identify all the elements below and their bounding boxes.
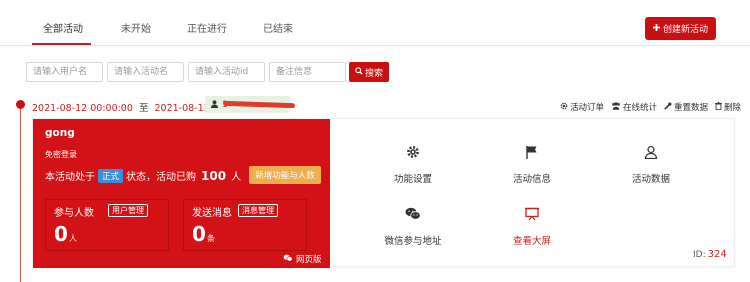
feature-activity-info-label: 活动信息	[512, 174, 551, 185]
timeline-dot	[16, 100, 25, 109]
feature-settings[interactable]: 功能设置	[363, 145, 463, 185]
create-activity-button[interactable]: 创建新活动	[645, 17, 716, 40]
tab-not-started[interactable]: 未开始	[121, 20, 151, 35]
feature-big-screen-label: 查看大屏	[512, 236, 551, 247]
reset-data-action[interactable]: 重置数据	[664, 101, 708, 113]
user-icon	[211, 98, 218, 111]
activity-status-line: 本活动处于 正式 状态，活动已购 100 人	[45, 168, 241, 183]
activity-orders-action[interactable]: 活动订单	[560, 101, 604, 113]
search-icon	[355, 66, 363, 78]
owner-tag: 1	[205, 96, 296, 113]
redacted-scribble	[222, 100, 296, 109]
tab-in-progress[interactable]: 正在进行	[187, 20, 227, 35]
status-middle: 状态，活动已购	[126, 172, 197, 183]
tab-all[interactable]: 全部活动	[43, 20, 83, 35]
timeline-line	[20, 104, 21, 282]
tab-bar: 全部活动 未开始 正在进行 已结束	[0, 0, 750, 48]
screen-icon	[482, 207, 582, 225]
plus-icon	[652, 23, 660, 34]
add-feature-button[interactable]: 新增功能与人数	[249, 166, 321, 184]
participants-box: 参与人数 用户管理 0 人	[45, 199, 169, 251]
search-button[interactable]: 搜索	[349, 62, 389, 82]
status-prefix: 本活动处于	[45, 172, 95, 183]
online-stats-label: 在线统计	[623, 103, 658, 113]
create-activity-label: 创建新活动	[662, 25, 708, 35]
messages-count: 0	[192, 222, 206, 246]
messages-label: 发送消息	[192, 208, 232, 219]
participants-count: 0	[54, 222, 68, 246]
status-badge: 正式	[98, 168, 124, 183]
wechat-icon	[363, 207, 463, 225]
feature-activity-data[interactable]: 活动数据	[601, 145, 701, 185]
remark-input[interactable]	[269, 62, 346, 82]
start-date: 2021-08-12 00:00:00	[32, 103, 133, 114]
user-management-button[interactable]: 用户管理	[108, 204, 148, 217]
username-input[interactable]	[26, 62, 103, 82]
gear-icon	[363, 145, 463, 163]
bought-unit: 人	[231, 172, 242, 183]
trash-icon	[715, 101, 723, 113]
activity-actions: 活动订单 在线统计 重置数据 删除	[560, 101, 741, 113]
feature-activity-data-label: 活动数据	[631, 174, 670, 185]
activity-title: gong	[45, 127, 75, 139]
messages-unit: 条	[207, 234, 215, 243]
messages-box: 发送消息 消息管理 0 条	[183, 199, 307, 251]
activity-id-value: 324	[707, 249, 727, 260]
participants-label: 参与人数	[54, 208, 94, 219]
reset-data-label: 重置数据	[674, 103, 709, 113]
feature-big-screen[interactable]: 查看大屏	[482, 207, 582, 247]
online-stats-action[interactable]: 在线统计	[611, 101, 657, 113]
feature-wechat-address[interactable]: 微信参与地址	[363, 207, 463, 247]
search-label: 搜索	[364, 68, 383, 79]
activity-id-input[interactable]	[188, 62, 265, 82]
delete-label: 删除	[724, 103, 742, 113]
web-version-link[interactable]: 网页版	[283, 253, 322, 265]
participants-unit: 人	[69, 234, 77, 243]
chat-icon	[283, 254, 293, 265]
bought-count: 100	[201, 168, 227, 183]
gear-icon	[560, 102, 568, 113]
feature-activity-info[interactable]: 活动信息	[482, 145, 582, 185]
message-management-button[interactable]: 消息管理	[238, 204, 278, 217]
tab-divider	[0, 45, 750, 46]
activity-id-label: ID:	[693, 250, 706, 260]
tab-ended[interactable]: 已结束	[263, 20, 293, 35]
activity-subtitle: 免密登录	[45, 150, 77, 159]
delete-action[interactable]: 删除	[715, 101, 741, 113]
activity-summary-panel: gong 免密登录 本活动处于 正式 状态，活动已购 100 人 新增功能与人数…	[33, 119, 330, 268]
activity-name-input[interactable]	[107, 62, 184, 82]
activity-card: gong 免密登录 本活动处于 正式 状态，活动已购 100 人 新增功能与人数…	[32, 118, 735, 268]
activity-id: ID: 324	[693, 249, 727, 260]
users-icon	[611, 101, 621, 113]
wrench-icon	[664, 102, 672, 113]
date-separator: 至	[138, 103, 149, 114]
feature-wechat-address-label: 微信参与地址	[384, 236, 442, 247]
flag-icon	[482, 145, 582, 163]
activity-orders-label: 活动订单	[570, 103, 605, 113]
feature-settings-label: 功能设置	[393, 174, 432, 185]
web-version-label: 网页版	[296, 255, 322, 265]
user-icon	[601, 145, 701, 163]
